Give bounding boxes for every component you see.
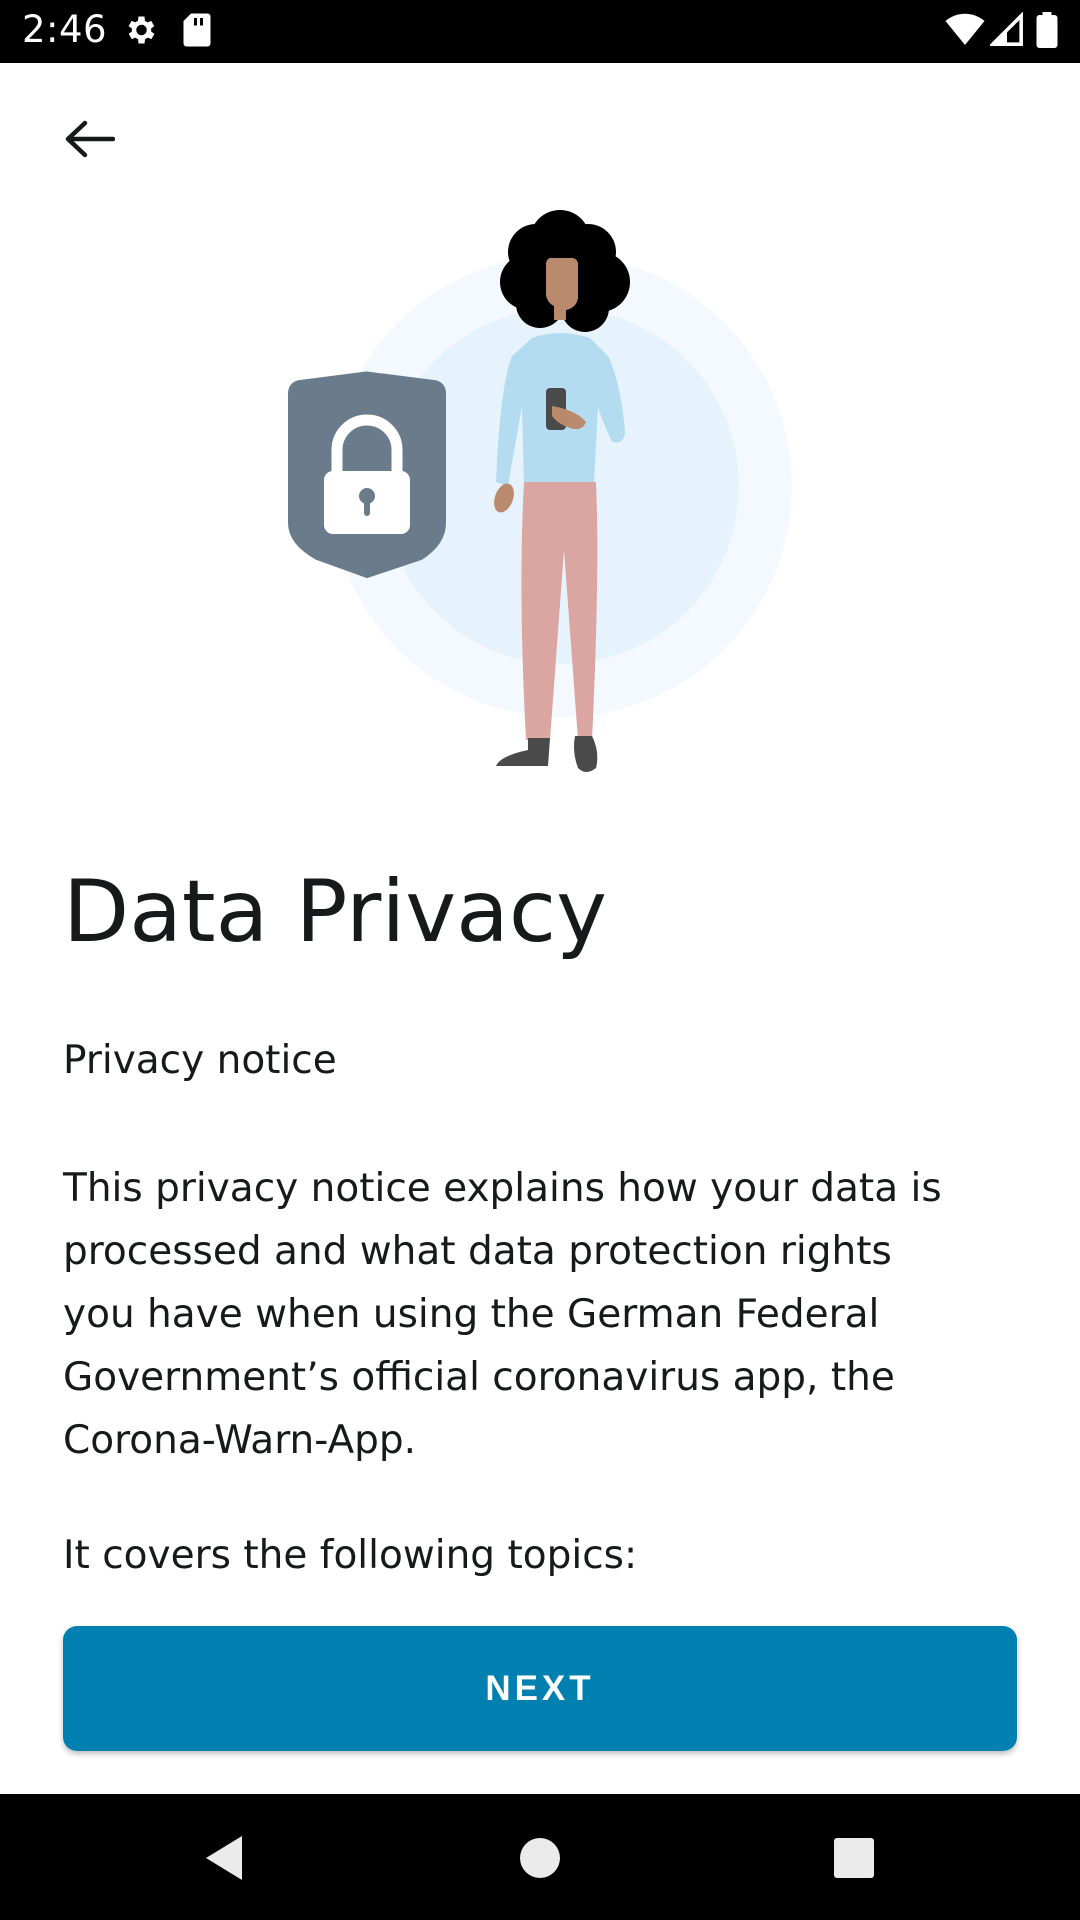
page-title: Data Privacy — [63, 862, 608, 962]
battery-icon — [1036, 12, 1058, 48]
privacy-notice-body: This privacy notice explains how your da… — [63, 1166, 942, 1463]
data-privacy-illustration — [288, 210, 792, 772]
back-triangle-icon[interactable] — [198, 1830, 254, 1886]
next-button[interactable]: NEXT — [63, 1626, 1017, 1751]
signal-icon — [990, 12, 1023, 46]
arrow-left-icon — [65, 120, 115, 158]
sd-card-icon — [183, 13, 211, 47]
status-time: 2:46 — [22, 8, 108, 51]
home-circle-icon[interactable] — [512, 1830, 568, 1886]
status-bar: 2:46 — [0, 0, 1080, 63]
topics-intro-text: It covers the following topics: — [63, 1533, 638, 1578]
back-button[interactable] — [52, 102, 126, 176]
system-nav-bar — [0, 1794, 1080, 1920]
privacy-content-scroll[interactable]: Privacy notice This privacy notice expla… — [0, 1030, 1080, 1582]
privacy-notice-subtitle: Privacy notice — [63, 1038, 337, 1083]
settings-icon — [128, 16, 155, 44]
wifi-icon — [945, 13, 985, 46]
recents-square-icon[interactable] — [826, 1830, 882, 1886]
